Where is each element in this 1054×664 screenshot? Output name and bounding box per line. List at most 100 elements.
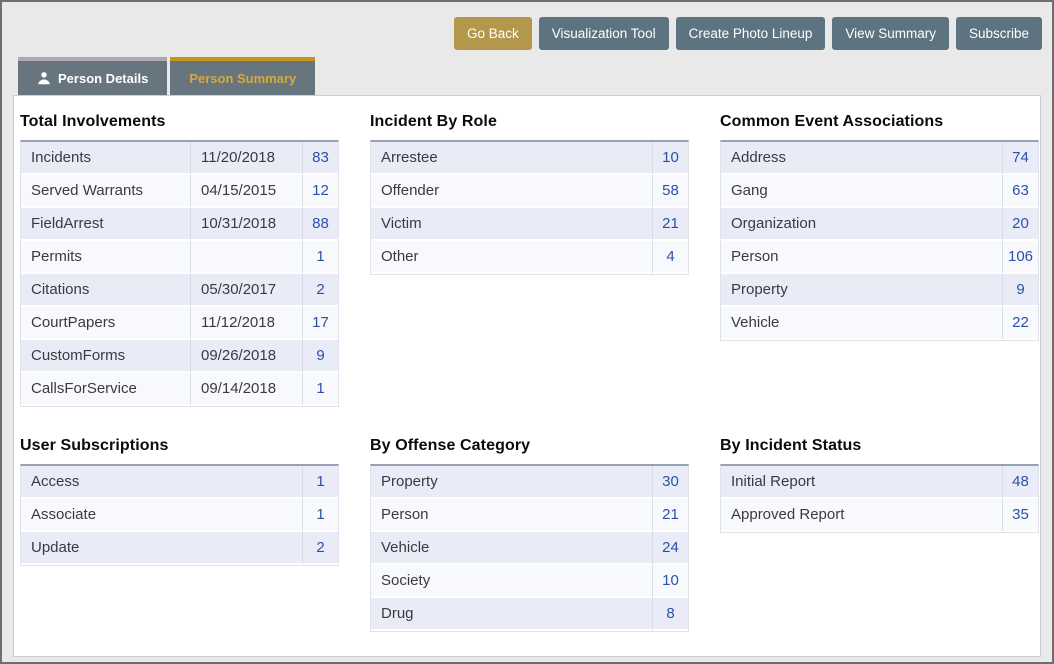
table-row: Associate1 [21, 499, 338, 532]
count-cell[interactable]: 83 [302, 142, 338, 175]
label-cell: Permits [21, 241, 190, 274]
table-row: Person106 [721, 241, 1038, 274]
visualization-tool-button[interactable]: Visualization Tool [539, 17, 669, 50]
table-row: CallsForService09/14/20181 [21, 373, 338, 406]
by-offense-category-table: Property30Person21Vehicle24Society10Drug… [370, 464, 689, 632]
panel-title: Common Event Associations [720, 113, 1039, 131]
label-cell: Other [371, 241, 652, 274]
panel-by-incident-status: By Incident Status Initial Report48Appro… [720, 437, 1039, 533]
table-row: Served Warrants04/15/201512 [21, 175, 338, 208]
panel-title: By Offense Category [370, 437, 689, 455]
toolbar: Go Back Visualization Tool Create Photo … [2, 2, 1052, 50]
tab-person-details[interactable]: Person Details [18, 57, 167, 95]
label-cell: Citations [21, 274, 190, 307]
count-cell[interactable]: 58 [652, 175, 688, 208]
date-cell: 04/15/2015 [190, 175, 302, 208]
create-photo-lineup-button[interactable]: Create Photo Lineup [676, 17, 826, 50]
table-row: Permits 1 [21, 241, 338, 274]
label-cell: Society [371, 565, 652, 598]
count-cell[interactable]: 1 [302, 373, 338, 406]
count-cell[interactable]: 12 [302, 175, 338, 208]
count-cell[interactable]: 74 [1002, 142, 1038, 175]
count-cell[interactable]: 22 [1002, 307, 1038, 340]
subscribe-button[interactable]: Subscribe [956, 17, 1042, 50]
count-cell[interactable]: 63 [1002, 175, 1038, 208]
label-cell: Approved Report [721, 499, 1002, 532]
go-back-button[interactable]: Go Back [454, 17, 532, 50]
table-row: CustomForms09/26/20189 [21, 340, 338, 373]
label-cell: Drug [371, 598, 652, 631]
count-cell[interactable]: 88 [302, 208, 338, 241]
table-row: Society10 [371, 565, 688, 598]
label-cell: Initial Report [721, 466, 1002, 499]
count-cell[interactable]: 9 [302, 340, 338, 373]
table-row: Property30 [371, 466, 688, 499]
table-row: Initial Report48 [721, 466, 1038, 499]
count-cell[interactable]: 35 [1002, 499, 1038, 532]
table-row: Person21 [371, 499, 688, 532]
total-involvements-table: Incidents11/20/201883Served Warrants04/1… [20, 140, 339, 407]
table-row: Arrestee10 [371, 142, 688, 175]
count-cell[interactable]: 24 [652, 532, 688, 565]
count-cell[interactable]: 4 [652, 241, 688, 274]
count-cell[interactable]: 21 [652, 208, 688, 241]
label-cell: Property [721, 274, 1002, 307]
label-cell: Address [721, 142, 1002, 175]
date-cell: 10/31/2018 [190, 208, 302, 241]
panel-incident-by-role: Incident By Role Arrestee10Offender58Vic… [370, 113, 689, 275]
count-cell[interactable]: 8 [652, 598, 688, 631]
date-cell: 05/30/2017 [190, 274, 302, 307]
date-cell: 09/14/2018 [190, 373, 302, 406]
view-summary-button[interactable]: View Summary [832, 17, 949, 50]
panel-user-subscriptions: User Subscriptions Access1Associate1Upda… [20, 437, 339, 566]
label-cell: Property [371, 466, 652, 499]
app-window: { "colors": { "accent_gold": "#b3974a", … [0, 0, 1054, 664]
person-icon [37, 71, 51, 85]
user-subscriptions-table: Access1Associate1Update2 [20, 464, 339, 566]
date-cell [190, 241, 302, 274]
count-cell[interactable]: 2 [302, 532, 338, 565]
count-cell[interactable]: 30 [652, 466, 688, 499]
summary-content-panel: Total Involvements Incidents11/20/201883… [13, 95, 1041, 657]
table-row: Update2 [21, 532, 338, 565]
label-cell: Gang [721, 175, 1002, 208]
tab-label: Person Details [58, 71, 148, 86]
count-cell[interactable]: 17 [302, 307, 338, 340]
count-cell[interactable]: 10 [652, 142, 688, 175]
count-cell[interactable]: 1 [302, 466, 338, 499]
table-row: Drug8 [371, 598, 688, 631]
table-row: Vehicle24 [371, 532, 688, 565]
count-cell[interactable]: 9 [1002, 274, 1038, 307]
count-cell[interactable]: 1 [302, 499, 338, 532]
by-incident-status-table: Initial Report48Approved Report35 [720, 464, 1039, 533]
date-cell: 11/20/2018 [190, 142, 302, 175]
count-cell[interactable]: 48 [1002, 466, 1038, 499]
count-cell[interactable]: 21 [652, 499, 688, 532]
label-cell: CustomForms [21, 340, 190, 373]
table-row: CourtPapers11/12/201817 [21, 307, 338, 340]
table-row: Gang63 [721, 175, 1038, 208]
label-cell: Vehicle [721, 307, 1002, 340]
panel-common-event-associations: Common Event Associations Address74Gang6… [720, 113, 1039, 341]
count-cell[interactable]: 20 [1002, 208, 1038, 241]
label-cell: Access [21, 466, 302, 499]
label-cell: Arrestee [371, 142, 652, 175]
panel-title: By Incident Status [720, 437, 1039, 455]
label-cell: FieldArrest [21, 208, 190, 241]
date-cell: 09/26/2018 [190, 340, 302, 373]
label-cell: CourtPapers [21, 307, 190, 340]
count-cell[interactable]: 1 [302, 241, 338, 274]
count-cell[interactable]: 10 [652, 565, 688, 598]
label-cell: Person [721, 241, 1002, 274]
panel-title: User Subscriptions [20, 437, 339, 455]
table-row: Other4 [371, 241, 688, 274]
count-cell[interactable]: 2 [302, 274, 338, 307]
label-cell: Offender [371, 175, 652, 208]
label-cell: Victim [371, 208, 652, 241]
label-cell: CallsForService [21, 373, 190, 406]
panel-by-offense-category: By Offense Category Property30Person21Ve… [370, 437, 689, 632]
date-cell: 11/12/2018 [190, 307, 302, 340]
tab-person-summary[interactable]: Person Summary [170, 57, 315, 95]
label-cell: Organization [721, 208, 1002, 241]
count-cell[interactable]: 106 [1002, 241, 1038, 274]
